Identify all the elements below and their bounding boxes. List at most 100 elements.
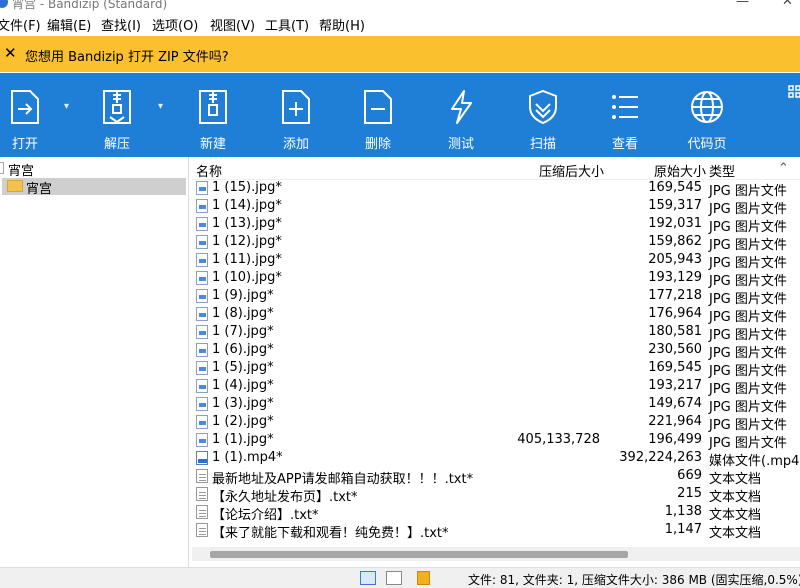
image-file-icon [196,361,208,375]
table-row[interactable]: 1 (9).jpg* 177,218 JPG 图片文件 [192,287,800,307]
extract-label: 解压 [103,137,130,152]
sort-arrow-icon[interactable]: ⌃ [778,161,789,176]
scan-button[interactable]: 扫描 [508,73,578,157]
table-row[interactable]: 1 (1).mp4* 392,224,263 媒体文件(.mp4) [192,449,800,469]
table-row[interactable]: 1 (13).jpg* 192,031 JPG 图片文件 [192,215,800,235]
compressed-size: 405,133,728 [517,432,600,447]
menu-options[interactable]: 选项(O) [152,15,198,34]
extract-button[interactable]: 解压 [82,73,152,157]
preview-view-icon[interactable] [386,571,402,585]
table-row[interactable]: 【论坛介绍】.txt* 1,138 文本文档 [192,503,800,523]
delete-label: 删除 [364,137,391,152]
file-name: 1 (8).jpg* [212,306,274,321]
image-file-icon [196,415,208,429]
image-file-icon [196,343,208,357]
add-button[interactable]: 添加 [261,73,331,157]
column-original-size[interactable]: 原始大小 [654,161,706,180]
text-file-icon [196,487,208,501]
table-row[interactable]: 1 (4).jpg* 193,217 JPG 图片文件 [192,377,800,397]
menu-tools[interactable]: 工具(T) [265,15,309,34]
image-file-icon [196,253,208,267]
table-row[interactable]: 1 (10).jpg* 193,129 JPG 图片文件 [192,269,800,289]
view-button[interactable]: 查看 [590,73,660,157]
menu-find[interactable]: 查找(I) [101,15,141,34]
menu-help[interactable]: 帮助(H) [319,15,365,34]
file-type: 文本文档 [709,526,762,541]
table-row[interactable]: 最新地址及APP请发邮箱自动获取！！！.txt* 669 文本文档 [192,467,800,487]
scrollbar-thumb[interactable] [210,551,628,558]
close-window-button[interactable]: ✕ [782,0,793,9]
column-name[interactable]: 名称 [196,161,222,180]
close-notification-icon[interactable]: ✕ [4,44,17,62]
file-name: 1 (12).jpg* [212,234,282,249]
video-file-icon [196,451,208,465]
original-size: 1,138 [664,504,702,519]
extract-dropdown-icon[interactable]: ▾ [158,101,163,112]
horizontal-scrollbar[interactable] [192,547,800,561]
table-row[interactable]: 1 (14).jpg* 159,317 JPG 图片文件 [192,197,800,217]
table-row[interactable]: 1 (7).jpg* 180,581 JPG 图片文件 [192,323,800,343]
text-file-icon [196,469,208,483]
table-row[interactable]: 1 (15).jpg* 169,545 JPG 图片文件 [192,179,800,199]
new-archive-label: 新建 [199,137,226,152]
delete-button[interactable]: 删除 [343,73,413,157]
original-size: 205,943 [648,252,702,267]
add-file-icon [282,90,310,124]
table-row[interactable]: 1 (11).jpg* 205,943 JPG 图片文件 [192,251,800,271]
table-row[interactable]: 【来了就能下载和观看！纯免费！】.txt* 1,147 文本文档 [192,521,800,541]
codepage-button[interactable]: 代码页 [672,73,742,157]
status-text: 文件: 81, 文件夹: 1, 压缩文件大小: 386 MB (固实压缩,0.5… [468,573,800,587]
table-row[interactable]: 1 (1).jpg* 405,133,728 196,499 JPG 图片文件 [192,431,800,451]
delete-file-icon [364,90,392,124]
grid-menu-icon[interactable] [786,85,800,99]
title-bar: 宵宫 - Bandizip (Standard) — ✕ [0,0,800,13]
extract-icon [103,90,131,124]
file-name: 1 (1).jpg* [212,432,274,447]
table-row[interactable]: 1 (3).jpg* 149,674 JPG 图片文件 [192,395,800,415]
window-title: 宵宫 - Bandizip (Standard) [12,0,168,11]
original-size: 1,147 [664,522,702,537]
file-name: 1 (4).jpg* [212,378,274,393]
menu-bar: 文件(F) 编辑(E) 查找(I) 选项(O) 视图(V) 工具(T) 帮助(H… [0,13,800,35]
new-archive-button[interactable]: 新建 [178,73,248,157]
test-button[interactable]: 测试 [426,73,496,157]
menu-view[interactable]: 视图(V) [210,15,255,34]
tree-child-item[interactable]: 宵宫 [2,178,186,197]
original-size: 159,317 [648,198,702,213]
details-view-icon[interactable] [360,571,376,585]
file-name: 1 (1).mp4* [212,450,283,465]
menu-edit[interactable]: 编辑(E) [47,15,91,34]
original-size: 192,031 [648,216,702,231]
association-notification: ✕ 您想用 Bandizip 打开 ZIP 文件吗? [0,36,800,72]
image-file-icon [196,181,208,195]
original-size: 221,964 [648,414,702,429]
text-file-icon [196,523,208,537]
folder-tree: 宵宫 宵宫 [0,157,189,567]
file-name: 1 (9).jpg* [212,288,274,303]
open-button[interactable]: 打开 [0,73,60,157]
column-type[interactable]: 类型 [709,161,735,180]
archive-info-icon[interactable] [417,571,430,585]
file-rows: 1 (15).jpg* 169,545 JPG 图片文件 1 (14).jpg* 159… [192,179,800,541]
open-dropdown-icon[interactable]: ▾ [64,101,69,112]
image-file-icon [196,199,208,213]
table-row[interactable]: 1 (8).jpg* 176,964 JPG 图片文件 [192,305,800,325]
notification-message[interactable]: 您想用 Bandizip 打开 ZIP 文件吗? [25,46,229,65]
table-row[interactable]: 1 (6).jpg* 230,560 JPG 图片文件 [192,341,800,361]
menu-file[interactable]: 文件(F) [0,15,41,34]
view-label: 查看 [611,137,638,152]
toolbar: 打开 ▾ 解压 ▾ 新建 添加 删除 测试 扫描 查看 代码页 [0,73,800,157]
codepage-label: 代码页 [687,137,727,152]
image-file-icon [196,271,208,285]
list-header: 名称 压缩后大小 原始大小 类型 ⌃ [192,157,800,180]
table-row[interactable]: 1 (5).jpg* 169,545 JPG 图片文件 [192,359,800,379]
table-row[interactable]: 1 (12).jpg* 159,862 JPG 图片文件 [192,233,800,253]
open-icon [11,90,39,124]
file-name: 1 (14).jpg* [212,198,282,213]
table-row[interactable]: 1 (2).jpg* 221,964 JPG 图片文件 [192,413,800,433]
column-compressed-size[interactable]: 压缩后大小 [539,161,604,180]
table-row[interactable]: 【永久地址发布页】.txt* 215 文本文档 [192,485,800,505]
minimize-button[interactable]: — [736,0,749,9]
image-file-icon [196,217,208,231]
file-name: 1 (6).jpg* [212,342,274,357]
